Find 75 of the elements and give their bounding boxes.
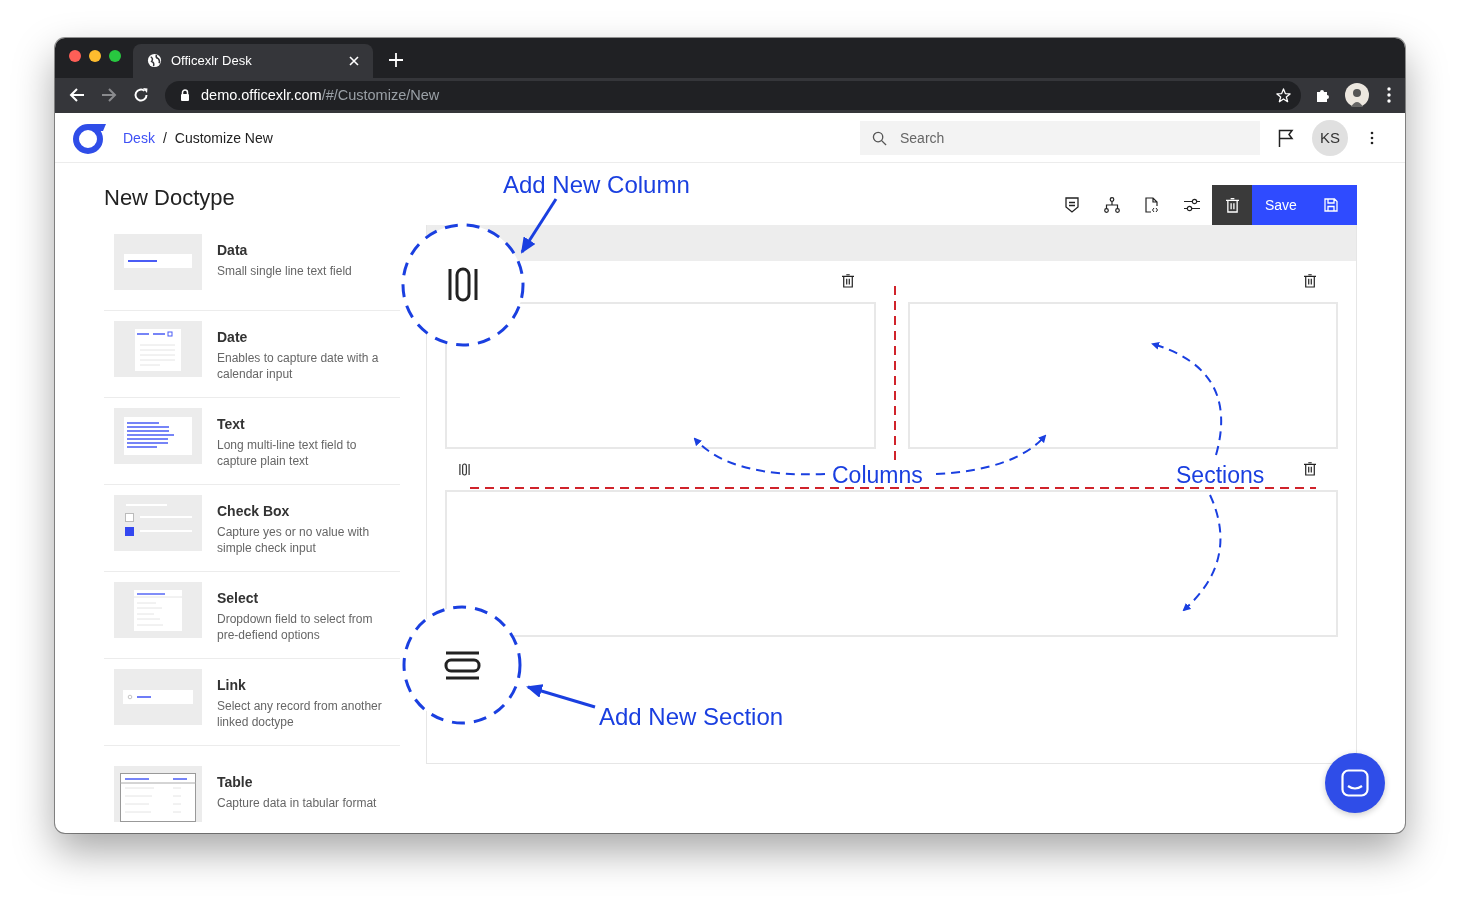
- field-type-name: Text: [217, 416, 246, 432]
- logo-icon[interactable]: [72, 121, 108, 154]
- field-type-item[interactable]: Select Dropdown field to select from pre-defiend options: [104, 572, 400, 659]
- lock-icon: [180, 89, 190, 102]
- page-title: New Doctype: [104, 185, 236, 211]
- field-type-item[interactable]: Check Box Capture yes or no value with simple check input: [104, 485, 400, 572]
- arrow: [526, 684, 596, 709]
- close-icon[interactable]: [349, 55, 359, 66]
- forward-icon[interactable]: [101, 87, 117, 104]
- annotation-label: Columns: [832, 461, 923, 490]
- field-preview-icon: [114, 321, 202, 377]
- star-icon[interactable]: [1276, 87, 1291, 103]
- breadcrumb-link[interactable]: Desk: [123, 129, 155, 146]
- breadcrumb-separator: /: [162, 129, 167, 146]
- shield-icon: [1065, 197, 1079, 213]
- field-type-name: Date: [217, 329, 249, 345]
- field-type-description: Capture yes or no value with simple check input: [217, 524, 371, 556]
- url-text: demo.officexlr.com/#/Customize/New: [201, 87, 441, 104]
- code-file-icon: [1145, 197, 1159, 213]
- maximize-window-button[interactable]: [109, 49, 121, 62]
- trash-icon[interactable]: [1304, 274, 1316, 288]
- field-preview-icon: [114, 669, 202, 725]
- field-type-item[interactable]: Link Select any record from another linked doctype: [104, 659, 400, 746]
- search-icon: [872, 130, 887, 146]
- field-type-name: Link: [217, 677, 247, 693]
- trash-icon: [1225, 197, 1239, 213]
- field-preview-icon: [114, 408, 202, 464]
- field-type-item[interactable]: Date Enables to capture date with a calendar input: [104, 311, 400, 398]
- field-type-description: Enables to capture date with a calendar input: [217, 350, 380, 382]
- chat-icon: [1341, 769, 1369, 797]
- field-preview-icon: [114, 495, 202, 551]
- reload-icon[interactable]: [133, 87, 149, 104]
- flag-icon[interactable]: [1278, 128, 1294, 147]
- annotation-label: Add New Section: [599, 702, 784, 732]
- field-type-name: Table: [217, 774, 254, 790]
- globe-icon: [147, 53, 162, 69]
- annotation-label: Sections: [1176, 461, 1265, 490]
- save-button[interactable]: Save: [1252, 185, 1357, 225]
- field-type-description: Dropdown field to select from pre-defiend options: [217, 611, 374, 643]
- field-type-item[interactable]: Table Capture data in tabular format: [104, 746, 400, 833]
- minimize-window-button[interactable]: [89, 49, 101, 62]
- field-type-name: Check Box: [217, 503, 291, 519]
- field-type-description: Long multi-line text field to capture plain text: [217, 437, 358, 469]
- more-menu-icon[interactable]: [1370, 130, 1374, 145]
- field-type-description: Select any record from another linked doctype: [217, 698, 383, 730]
- sliders-icon: [1184, 198, 1200, 212]
- columns-icon[interactable]: [459, 462, 470, 476]
- profile-avatar-icon[interactable]: [1345, 83, 1369, 108]
- annotation-label: Add New Column: [503, 170, 690, 200]
- hierarchy-icon: [1104, 197, 1120, 213]
- browser-tab[interactable]: Officexlr Desk: [133, 43, 373, 78]
- arrow: [520, 198, 558, 254]
- close-window-button[interactable]: [69, 49, 81, 62]
- field-type-item[interactable]: Data Small single line text field: [104, 224, 400, 311]
- delete-button[interactable]: [1212, 185, 1252, 225]
- field-preview-icon: [114, 582, 202, 638]
- trash-icon[interactable]: [841, 274, 854, 288]
- section-icon: [444, 651, 481, 680]
- field-preview-icon: [114, 234, 202, 290]
- field-type-description: Capture data in tabular format: [217, 795, 377, 811]
- trash-icon[interactable]: [1304, 462, 1316, 476]
- back-icon[interactable]: [69, 87, 85, 104]
- breadcrumb-current: Customize New: [174, 129, 273, 146]
- field-type-item[interactable]: Text Long multi-line text field to capture plain text: [104, 398, 400, 485]
- field-type-name: Select: [217, 590, 260, 606]
- new-tab-icon[interactable]: [389, 52, 403, 67]
- field-preview-icon: [114, 766, 202, 822]
- search-field[interactable]: Search: [860, 120, 1260, 155]
- user-avatar[interactable]: KS: [1312, 119, 1348, 156]
- browser-menu-icon[interactable]: [1387, 87, 1391, 104]
- address-bar[interactable]: demo.officexlr.com/#/Customize/New: [165, 80, 1301, 110]
- columns-icon: [448, 267, 478, 302]
- puzzle-icon[interactable]: [1315, 87, 1331, 104]
- field-type-name: Data: [217, 242, 249, 258]
- field-type-description: Small single line text field: [217, 263, 352, 279]
